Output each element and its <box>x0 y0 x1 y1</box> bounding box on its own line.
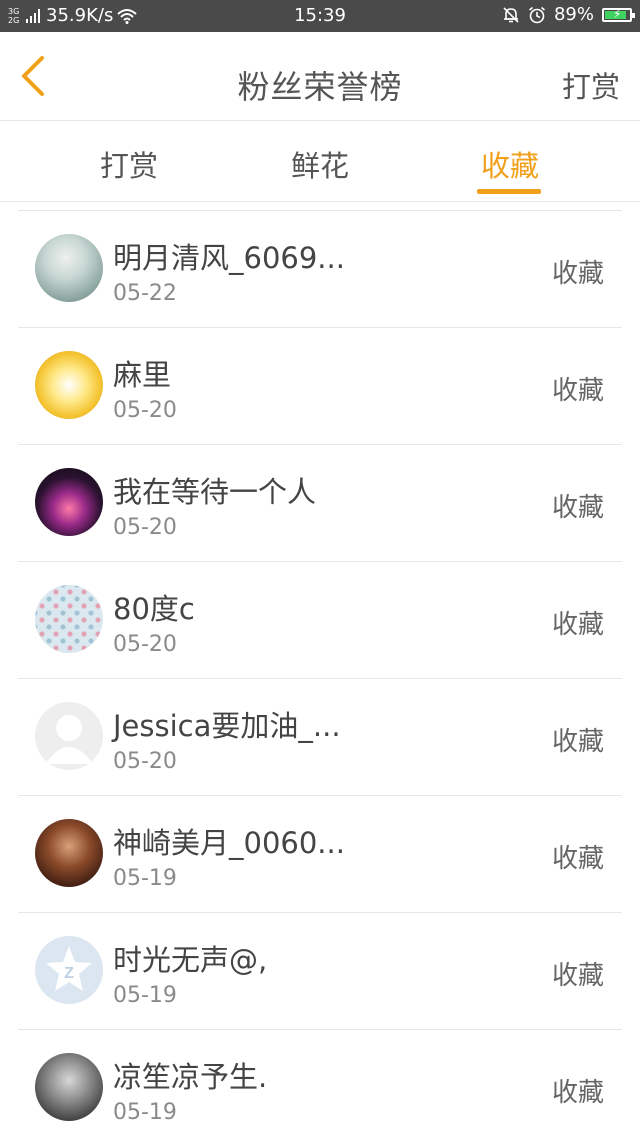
page-title: 粉丝荣誉榜 <box>237 68 403 106</box>
fan-name: 神崎美月_0060... <box>113 826 345 860</box>
battery-percent: 89% <box>553 4 594 25</box>
fan-date: 05-20 <box>113 398 177 423</box>
action-label: 收藏 <box>551 1078 604 1108</box>
list-item[interactable]: Jessica要加油_... 05-20 收藏 <box>18 679 622 796</box>
reward-button[interactable]: 打赏 <box>562 64 620 106</box>
list-item[interactable]: 80度c 05-20 收藏 <box>18 562 622 679</box>
battery-icon: ⚡ <box>602 6 635 22</box>
action-label: 收藏 <box>551 610 604 640</box>
mute-bell-icon <box>503 6 519 23</box>
active-tab-indicator <box>477 189 541 194</box>
app-header: 粉丝荣誉榜 打赏 <box>0 32 640 121</box>
avatar <box>35 351 103 419</box>
avatar: Z <box>35 936 103 1004</box>
alarm-icon <box>528 6 545 23</box>
action-label: 收藏 <box>551 493 604 523</box>
status-right: 89% ⚡ <box>502 4 635 25</box>
avatar <box>35 468 103 536</box>
fan-name: 80度c <box>113 592 195 626</box>
qq-zone-star-icon: Z <box>46 946 92 991</box>
fan-name: 凉笙凉予生. <box>113 1060 268 1094</box>
fan-name: 我在等待一个人 <box>113 475 317 509</box>
fan-date: 05-19 <box>113 983 177 1008</box>
fan-list: 明月清风_6069... 05-22 收藏 麻里 05-20 收藏 我在等待一个… <box>18 210 622 1146</box>
default-avatar-icon <box>45 715 93 764</box>
action-label: 收藏 <box>551 259 604 289</box>
status-bar: 3G 2G 35.9K/s 15:39 89% ⚡ <box>0 0 640 32</box>
fan-name: Jessica要加油_... <box>113 709 341 743</box>
svg-text:Z: Z <box>64 965 74 982</box>
list-item[interactable]: 明月清风_6069... 05-22 收藏 <box>18 211 622 328</box>
charging-icon: ⚡ <box>613 6 622 21</box>
fan-name: 麻里 <box>113 358 172 392</box>
fan-date: 05-19 <box>113 1100 177 1125</box>
avatar <box>35 819 103 887</box>
avatar <box>35 702 103 770</box>
fan-date: 05-22 <box>113 281 177 306</box>
action-label: 收藏 <box>551 844 604 874</box>
list-item[interactable]: 我在等待一个人 05-20 收藏 <box>18 445 622 562</box>
tab-bar: 打赏 鲜花 收藏 <box>0 121 640 202</box>
avatar <box>35 585 103 653</box>
tab-favorites[interactable]: 收藏 <box>455 143 565 185</box>
fan-date: 05-19 <box>113 866 177 891</box>
tab-flowers[interactable]: 鲜花 <box>265 143 375 185</box>
action-label: 收藏 <box>551 376 604 406</box>
action-label: 收藏 <box>551 727 604 757</box>
list-item[interactable]: Z 时光无声@, 05-19 收藏 <box>18 913 622 1030</box>
list-item[interactable]: 麻里 05-20 收藏 <box>18 328 622 445</box>
action-label: 收藏 <box>551 961 604 991</box>
fan-date: 05-20 <box>113 749 177 774</box>
list-item[interactable]: 凉笙凉予生. 05-19 收藏 <box>18 1030 622 1146</box>
list-item[interactable]: 神崎美月_0060... 05-19 收藏 <box>18 796 622 913</box>
fan-date: 05-20 <box>113 515 177 540</box>
tab-reward[interactable]: 打赏 <box>74 143 184 185</box>
fan-date: 05-20 <box>113 632 177 657</box>
avatar <box>35 1053 103 1121</box>
fan-name: 明月清风_6069... <box>113 241 345 275</box>
avatar <box>35 234 103 302</box>
fan-name: 时光无声@, <box>113 943 268 977</box>
